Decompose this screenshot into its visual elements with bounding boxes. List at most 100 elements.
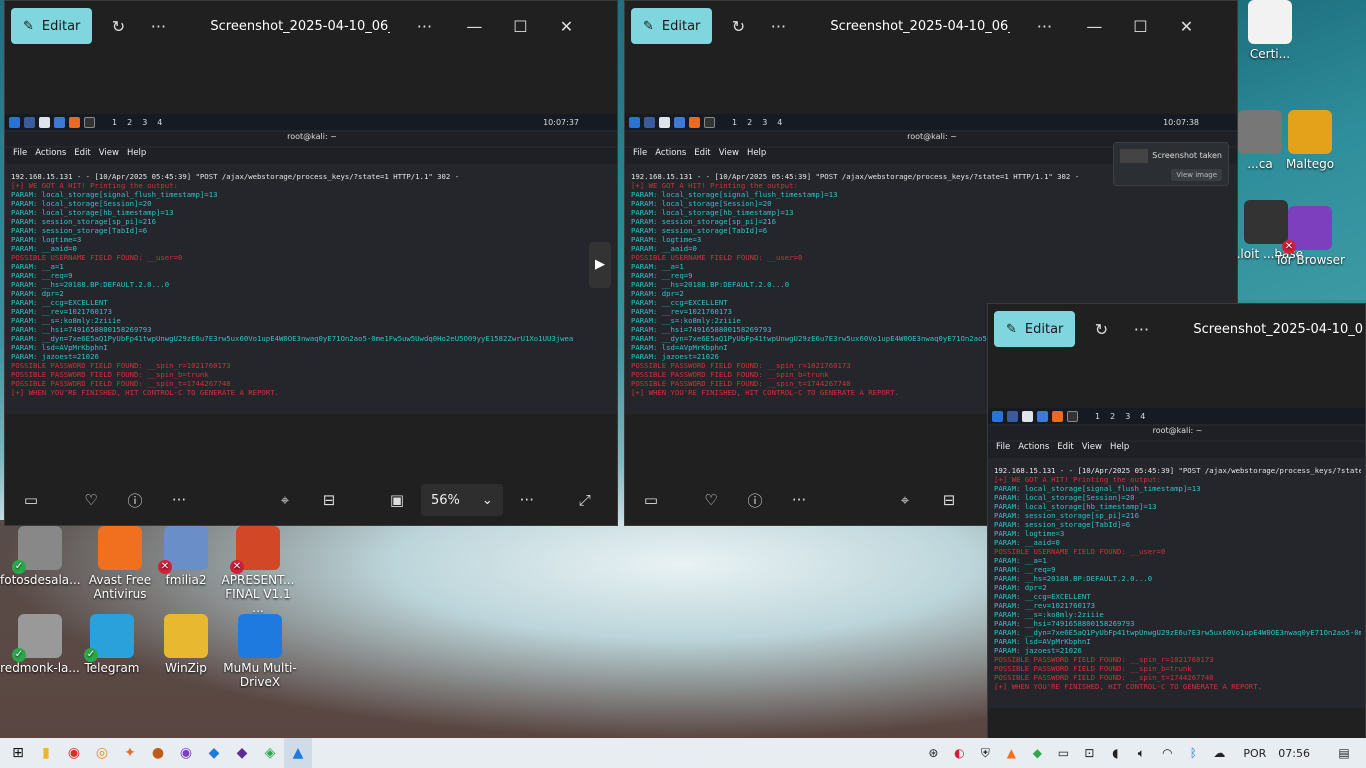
more-icon[interactable]: ··· (1024, 17, 1064, 36)
terminal-menu: File Actions Edit View Help (988, 442, 1365, 458)
app-icon[interactable]: ✦ (116, 738, 144, 768)
chrome-icon[interactable]: ◉ (60, 738, 88, 768)
language-indicator[interactable]: POR (1243, 747, 1266, 760)
close-icon[interactable]: ✕ (1166, 17, 1206, 36)
more-icon[interactable]: ··· (1121, 320, 1161, 339)
terminal-line: PARAM: logtime=3 (11, 235, 82, 244)
viewer-titlebar: ✎ Editar ↻ ··· Screenshot_2025-04-10_06_0 (988, 304, 1365, 354)
text-scan-icon[interactable]: ⊟ (929, 491, 969, 509)
edit-button[interactable]: ✎ Editar (994, 311, 1076, 347)
tor-browser-icon[interactable]: ◉ (172, 738, 200, 768)
info-icon[interactable]: ⓘ (115, 490, 155, 511)
edit-button[interactable]: ✎ Editar (11, 8, 93, 44)
close-icon[interactable]: ✕ (546, 17, 586, 36)
zoom-dropdown[interactable]: 56% ⌄ (421, 484, 503, 516)
more-icon[interactable]: ··· (159, 491, 199, 509)
maximize-icon[interactable]: ☐ (1120, 17, 1160, 36)
avast-icon[interactable]: ▲ (999, 746, 1023, 760)
edit-button[interactable]: ✎ Editar (631, 8, 713, 44)
desktop-icon[interactable]: WinZip (146, 614, 226, 675)
filmstrip-icon[interactable]: ▭ (631, 491, 671, 509)
desktop-app-icon (164, 614, 208, 658)
more-icon[interactable]: ··· (138, 17, 178, 36)
onedrive-icon[interactable]: ☁ (1207, 746, 1231, 760)
usb-icon[interactable]: ⊡ (1077, 746, 1101, 760)
visual-search-icon[interactable]: ⌖ (265, 491, 305, 509)
menu-help: Help (126, 148, 147, 158)
photos-icon[interactable]: ▲ (284, 738, 312, 768)
notifications-icon[interactable]: ▤ (1332, 746, 1356, 760)
desktop-icon[interactable]: ✓ redmonk-la... (0, 614, 80, 675)
app-icon (54, 116, 65, 128)
terminal-line: PARAM: __hs=20188.BP:DEFAULT.2.0...0 (994, 574, 1153, 583)
kali-screenshot: 1 2 3 4 10:07:37 root@kali: ~ File Actio… (5, 114, 617, 414)
terminal-line: POSSIBLE PASSWORD FIELD FOUND: __spin_t=… (11, 379, 231, 388)
fit-icon[interactable]: ▣ (377, 491, 417, 509)
more-icon[interactable]: ··· (404, 17, 444, 36)
vscode-icon[interactable]: ◆ (200, 738, 228, 768)
desktop-icon-label: APRESENT... FINAL V1.1 ... (221, 573, 295, 615)
battery-icon[interactable]: ▭ (1051, 746, 1075, 760)
terminal-line: PARAM: jazoest=21026 (11, 352, 99, 361)
desktop-icon[interactable]: ✕ APRESENT... FINAL V1.1 ... (218, 526, 298, 615)
desktop-icon-label: redmonk-la... (0, 661, 80, 675)
microphone-icon[interactable]: ◖ (1103, 746, 1127, 760)
edit-icon: ✎ (1006, 321, 1017, 337)
desktop-icon[interactable]: ✓ Telegram (72, 614, 152, 675)
filmstrip-icon[interactable]: ▭ (11, 491, 51, 509)
app-tray-icon[interactable]: ◆ (1025, 746, 1049, 760)
text-scan-icon[interactable]: ⊟ (309, 491, 349, 509)
terminal-line: PARAM: logtime=3 (994, 529, 1065, 538)
terminal-line: PARAM: local_storage[signal_flush_timest… (11, 190, 218, 199)
next-image-icon[interactable]: ▶ (589, 242, 611, 288)
app-icon[interactable]: ● (144, 738, 172, 768)
desktop-icon[interactable]: Maltego (1270, 110, 1350, 171)
view-image-button[interactable]: View image (1171, 169, 1222, 181)
zoom-value: 56% (431, 492, 460, 508)
windows-start-icon[interactable]: ⊞ (4, 738, 32, 768)
security-icon[interactable]: ⛨ (973, 746, 997, 761)
rotate-icon[interactable]: ↻ (1081, 320, 1121, 339)
terminal-line: POSSIBLE PASSWORD FIELD FOUND: __spin_t=… (994, 673, 1214, 682)
desktop-icon[interactable]: ✕ fmilia2 (146, 526, 226, 587)
desktop-icon[interactable]: MuMu Multi-DriveX (220, 614, 300, 689)
more-icon[interactable]: ··· (779, 491, 819, 509)
chatgpt-icon[interactable]: ⊛ (921, 746, 945, 760)
terminal-line: PARAM: __req=9 (994, 565, 1056, 574)
desktop-icon[interactable]: ✓ fotosdesala... (0, 526, 81, 587)
clock[interactable]: 07:56 (1278, 747, 1310, 760)
rotate-icon[interactable]: ↻ (98, 17, 138, 36)
wifi-icon[interactable]: ◠ (1155, 746, 1179, 760)
fullscreen-icon[interactable]: ⤢ (565, 491, 605, 509)
workspace-2: 2 (1110, 411, 1116, 421)
desktop-app-icon (1248, 0, 1292, 44)
menu-edit: Edit (74, 148, 91, 158)
visual-studio-icon[interactable]: ◆ (228, 738, 256, 768)
terminal-line: PARAM: __hsi=7491658800158269793 (994, 619, 1135, 628)
browser-icon[interactable]: ◎ (88, 738, 116, 768)
more-icon[interactable]: ··· (507, 491, 547, 509)
file-explorer-icon[interactable]: ▮ (32, 738, 60, 768)
desktop-icon[interactable]: Certi... (1230, 0, 1310, 61)
volume-icon[interactable]: 🔈︎ (1129, 746, 1153, 761)
app-icon (39, 116, 50, 128)
visual-search-icon[interactable]: ⌖ (885, 491, 925, 509)
desktop-icon[interactable]: ✕ Tor Browser (1270, 206, 1350, 267)
minimize-icon[interactable]: — (1074, 17, 1114, 36)
terminal-line: PARAM: local_storage[Session]=20 (631, 199, 772, 208)
favorite-icon[interactable]: ♡ (71, 491, 111, 509)
favorite-icon[interactable]: ♡ (691, 491, 731, 509)
app-tray-icon[interactable]: ◐ (947, 746, 971, 760)
terminal-line: PARAM: __aaid=0 (11, 244, 77, 253)
maximize-icon[interactable]: ☐ (500, 17, 540, 36)
desktop-icon-label: WinZip (165, 661, 207, 675)
info-icon[interactable]: ⓘ (735, 490, 775, 511)
app-icon[interactable]: ◈ (256, 738, 284, 768)
terminal-line: PARAM: __rev=1021760173 (11, 307, 113, 316)
bluetooth-icon[interactable]: ᛒ (1181, 746, 1205, 760)
workspace-2: 2 (747, 117, 753, 127)
rotate-icon[interactable]: ↻ (718, 17, 758, 36)
minimize-icon[interactable]: — (454, 17, 494, 36)
more-icon[interactable]: ··· (758, 17, 798, 36)
desktop-icon-label: Maltego (1285, 157, 1335, 171)
